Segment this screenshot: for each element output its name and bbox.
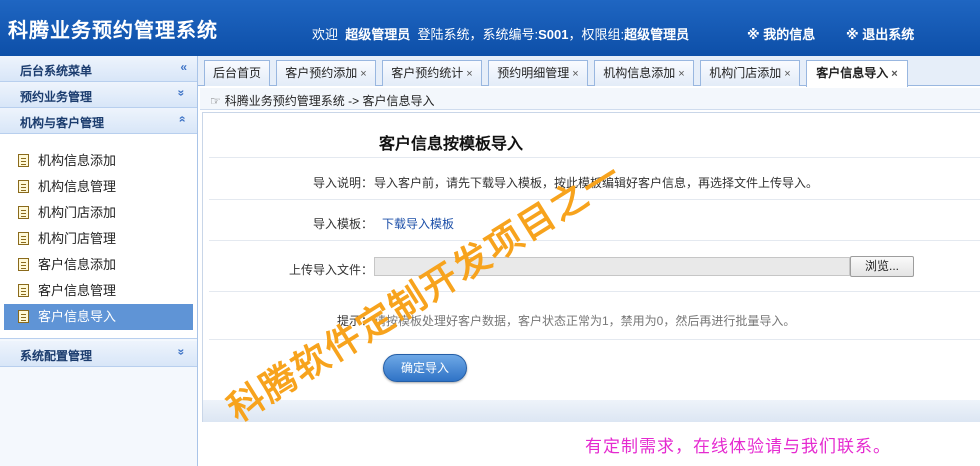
- tab-bar: 后台首页 客户预约添加 × 客户预约统计 × 预约明细管理 × 机构信息添加 × 机构门…: [198, 56, 980, 87]
- sidebar-section-booking[interactable]: 预约业务管理 »: [0, 82, 197, 108]
- close-icon[interactable]: ×: [572, 68, 578, 80]
- file-path-input[interactable]: [374, 257, 850, 276]
- user-group: 超级管理员: [624, 27, 690, 42]
- sidebar-section-label: 机构与客户管理: [20, 116, 105, 130]
- chevron-up-icon[interactable]: »: [175, 116, 189, 123]
- sidebar-item-org-manage[interactable]: 机构信息管理: [4, 174, 193, 200]
- group-text: ，权限组:: [568, 27, 625, 42]
- divider: [209, 240, 980, 241]
- divider: [209, 291, 980, 292]
- sidebar-item-org-add[interactable]: 机构信息添加: [4, 148, 193, 174]
- divider: [209, 199, 980, 200]
- form-title: 客户信息按模板导入: [379, 136, 524, 153]
- welcome-prefix: 欢迎: [312, 27, 339, 42]
- sidebar-item-label: 机构信息添加: [38, 153, 117, 168]
- divider: [209, 339, 980, 340]
- tab-label: 后台首页: [212, 66, 261, 80]
- close-icon[interactable]: ×: [678, 68, 684, 80]
- sidebar-item-store-add[interactable]: 机构门店添加: [4, 200, 193, 226]
- tab-booking-add[interactable]: 客户预约添加 ×: [276, 60, 376, 86]
- tab-label: 客户预约添加: [285, 66, 358, 80]
- tab-label: 客户预约统计: [391, 66, 464, 80]
- document-icon: [18, 310, 29, 323]
- tab-label: 机构信息添加: [603, 66, 676, 80]
- hint-label: 提示：: [336, 314, 373, 328]
- sidebar-item-list: 机构信息添加 机构信息管理 机构门店添加 机构门店管理 客户信息添加 客户信息管…: [0, 134, 197, 339]
- sidebar-section-org-customer[interactable]: 机构与客户管理 »: [0, 108, 197, 134]
- sidebar-item-customer-manage[interactable]: 客户信息管理: [4, 278, 193, 304]
- close-icon[interactable]: ×: [891, 68, 897, 80]
- document-icon: [18, 154, 29, 167]
- sidebar-item-store-manage[interactable]: 机构门店管理: [4, 226, 193, 252]
- close-icon[interactable]: ×: [360, 68, 366, 80]
- sidebar-item-label: 客户信息导入: [38, 309, 117, 324]
- close-icon[interactable]: ×: [784, 68, 790, 80]
- tab-org-add[interactable]: 机构信息添加 ×: [594, 60, 694, 86]
- sidebar-item-label: 客户信息添加: [38, 257, 117, 272]
- contact-banner: 有定制需求，在线体验请与我们联系。: [585, 437, 891, 456]
- document-icon: [18, 232, 29, 245]
- tab-customer-import[interactable]: 客户信息导入 ×: [806, 60, 908, 87]
- breadcrumb: ☞ 科腾业务预约管理系统 -> 客户信息导入: [200, 88, 980, 110]
- close-icon[interactable]: ×: [466, 68, 472, 80]
- hint-text: 请按模板处理好客户数据，客户状态正常为1，禁用为0，然后再进行批量导入。: [374, 314, 796, 328]
- sidebar: 后台系统菜单 « 预约业务管理 » 机构与客户管理 » 机构信息添加 机构信息管…: [0, 56, 198, 466]
- sidebar-item-customer-add[interactable]: 客户信息添加: [4, 252, 193, 278]
- welcome-info: 欢迎 超级管理员 登陆系统，系统编号:S001，权限组:超级管理员: [312, 24, 689, 43]
- user-name: 超级管理员: [345, 27, 411, 42]
- system-number: S001: [538, 27, 569, 42]
- divider: [209, 157, 980, 158]
- document-icon: [18, 258, 29, 271]
- document-icon: [18, 206, 29, 219]
- panel-footer: [202, 400, 980, 422]
- sidebar-section-main-menu[interactable]: 后台系统菜单 «: [0, 56, 197, 82]
- my-info-link[interactable]: ※ 我的信息: [747, 24, 815, 43]
- tab-booking-details[interactable]: 预约明细管理 ×: [488, 60, 588, 86]
- chevron-down-icon[interactable]: »: [175, 90, 189, 97]
- confirm-import-button[interactable]: 确定导入: [383, 354, 467, 382]
- tab-store-add[interactable]: 机构门店添加 ×: [700, 60, 800, 86]
- document-icon: [18, 284, 29, 297]
- file-label: 上传导入文件：: [288, 263, 373, 277]
- sidebar-section-label: 预约业务管理: [20, 90, 93, 104]
- tab-booking-stats[interactable]: 客户预约统计 ×: [382, 60, 482, 86]
- sidebar-item-label: 机构门店添加: [38, 205, 117, 220]
- sidebar-item-label: 客户信息管理: [38, 283, 117, 298]
- sidebar-section-label: 后台系统菜单: [20, 64, 93, 78]
- sidebar-item-label: 机构门店管理: [38, 231, 117, 246]
- tab-label: 客户信息导入: [816, 66, 889, 80]
- logout-link[interactable]: ※ 退出系统: [846, 24, 914, 43]
- document-icon: [18, 180, 29, 193]
- sidebar-item-label: 机构信息管理: [38, 179, 117, 194]
- pointing-hand-icon: ☞: [210, 94, 221, 108]
- collapse-left-icon[interactable]: «: [180, 60, 187, 74]
- download-template-link[interactable]: 下载导入模板: [382, 215, 454, 232]
- login-text: 登陆系统，系统编号:: [417, 27, 539, 42]
- tab-label: 机构门店添加: [709, 66, 782, 80]
- import-form-panel: 客户信息按模板导入 导入说明： 导入客户前，请先下载导入模板，按此模板编辑好客户…: [202, 112, 980, 422]
- intro-label: 导入说明：: [312, 176, 373, 190]
- intro-text: 导入客户前，请先下载导入模板，按此模板编辑好客户信息，再选择文件上传导入。: [374, 176, 819, 190]
- tab-label: 预约明细管理: [497, 66, 570, 80]
- app-title: 科腾业务预约管理系统: [8, 20, 218, 42]
- sidebar-section-label: 系统配置管理: [20, 349, 93, 363]
- chevron-down-icon[interactable]: »: [175, 349, 189, 356]
- browse-button[interactable]: 浏览...: [850, 256, 914, 277]
- sidebar-item-customer-import[interactable]: 客户信息导入: [4, 304, 193, 330]
- tab-home[interactable]: 后台首页: [204, 60, 270, 86]
- sidebar-section-system-config[interactable]: 系统配置管理 »: [0, 341, 197, 367]
- template-label: 导入模板：: [312, 217, 373, 231]
- top-header: 科腾业务预约管理系统 欢迎 超级管理员 登陆系统，系统编号:S001，权限组:超…: [0, 0, 980, 56]
- breadcrumb-text: 科腾业务预约管理系统 -> 客户信息导入: [224, 94, 435, 108]
